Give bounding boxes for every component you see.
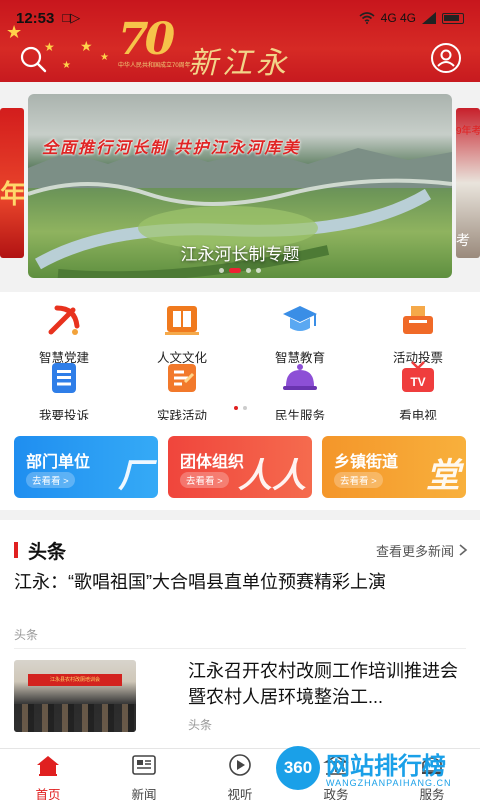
news-item-title[interactable]: 江永：“歌唱祖国”大合唱县直单位预赛精彩上演 xyxy=(14,568,386,594)
status-notification-icons: □▷ xyxy=(62,10,81,25)
news-item-title[interactable]: 江永召开农村改厕工作培训推进会暨农村人居环境整治工... xyxy=(188,658,470,710)
banner-next-peek[interactable]: 9年考 考 xyxy=(456,108,480,258)
service-bell-icon xyxy=(283,364,317,390)
status-right-icons: 4G 4G xyxy=(359,11,464,25)
newspaper-icon xyxy=(132,755,156,775)
section-header: 头条 查看更多新闻 xyxy=(14,538,468,563)
graduation-cap-icon xyxy=(283,306,317,331)
site-watermark: 360 网站排行榜 WANGZHANPAIHANG.CN xyxy=(272,744,480,800)
grid-page-indicator xyxy=(0,406,480,410)
tab-label: 首页 xyxy=(35,788,61,800)
app-screen: ★ ★ ★ ★ ★ 12:53 □▷ 4G 4G 70 中华人民共和国成立70周… xyxy=(0,0,480,800)
grid-page-dot-active xyxy=(233,406,238,410)
party-emblem-icon xyxy=(48,305,80,335)
play-icon xyxy=(229,754,251,776)
banner-carousel[interactable]: 年 全面推行河长制 共护江永河库美 江永河长制专题 9年考 考 xyxy=(0,82,480,292)
anniversary-number: 70 xyxy=(118,14,175,65)
banner-prev-text: 年 xyxy=(0,179,24,209)
banner-slide[interactable]: 全面推行河长制 共护江永河库美 江永河长制专题 xyxy=(28,94,452,278)
card-subtitle: 去看看 > xyxy=(26,472,75,488)
status-bar: 12:53 □▷ 4G 4G xyxy=(16,8,464,28)
card-glyph: 堂 xyxy=(426,457,460,495)
watermark-url: WANGZHANPAIHANG.CN xyxy=(326,778,452,788)
complaint-icon xyxy=(52,363,76,393)
grid-item-public-service[interactable]: 民生服务 xyxy=(250,360,350,424)
search-icon[interactable] xyxy=(18,44,48,74)
more-news-link[interactable]: 查看更多新闻 xyxy=(376,541,468,560)
tab-label: 新闻 xyxy=(131,788,157,800)
banner-caption: 江永河长制专题 xyxy=(180,245,300,264)
app-header: ★ ★ ★ ★ ★ 12:53 □▷ 4G 4G 70 中华人民共和国成立70周… xyxy=(0,0,480,82)
news-item-thumbnail[interactable]: 江永县农村改厕培训会 xyxy=(14,660,136,732)
ballot-box-icon xyxy=(403,306,433,334)
star-decoration: ★ xyxy=(62,60,71,71)
banner-prev-peek[interactable]: 年 xyxy=(0,108,24,258)
watermark-badge: 360 xyxy=(276,746,320,790)
network-indicator: 4G 4G xyxy=(380,11,416,25)
section-accent-bar xyxy=(14,542,18,558)
carousel-dot-active xyxy=(229,268,241,273)
anniversary-caption: 中华人民共和国成立70周年 xyxy=(118,63,191,69)
carousel-dot xyxy=(246,268,251,273)
book-icon xyxy=(165,306,199,335)
banner-next-text-bottom: 考 xyxy=(456,232,470,248)
category-cards: 部门单位 去看看 > 厂 团体组织 去看看 > 人人 乡镇街道 去看看 > 堂 xyxy=(0,420,480,510)
card-subtitle: 去看看 > xyxy=(334,472,383,488)
tab-home[interactable]: 首页 xyxy=(0,753,96,800)
practice-icon xyxy=(168,364,196,392)
grid-item-watch-tv[interactable]: TV 看电视 xyxy=(368,360,468,424)
card-subtitle: 去看看 > xyxy=(180,472,229,488)
banner-next-text-top: 9年考 xyxy=(456,126,480,137)
function-grid: 智慧党建 人文文化 智慧教育 活动投票 我要投诉 实践活动 民生服务 TV 看电… xyxy=(0,292,480,423)
star-decoration: ★ xyxy=(100,52,109,63)
carousel-dot xyxy=(219,268,224,273)
thumbnail-audience xyxy=(14,704,136,732)
department-card[interactable]: 部门单位 去看看 > 厂 xyxy=(14,436,158,498)
grid-item-culture[interactable]: 人文文化 xyxy=(132,302,232,366)
card-title: 乡镇街道 xyxy=(334,454,399,471)
thumbnail-banner-text: 江永县农村改厕培训会 xyxy=(49,677,100,683)
user-profile-icon[interactable] xyxy=(430,42,462,74)
anniversary-logo: 70 中华人民共和国成立70周年 xyxy=(118,14,191,72)
watermark-title: 网站排行榜 xyxy=(326,753,446,780)
banner-slogan: 全面推行河长制 共护江永河库美 xyxy=(42,140,301,157)
carousel-dot xyxy=(256,268,261,273)
grid-item-complaint[interactable]: 我要投诉 xyxy=(14,360,114,424)
township-card[interactable]: 乡镇街道 去看看 > 堂 xyxy=(322,436,466,498)
tab-news[interactable]: 新闻 xyxy=(96,753,192,800)
svg-text:TV: TV xyxy=(410,375,425,389)
headline-news-section: 头条 查看更多新闻 江永：“歌唱祖国”大合唱县直单位预赛精彩上演 头条 江永县农… xyxy=(0,520,480,748)
card-glyph: 厂 xyxy=(118,457,152,495)
carousel-indicator xyxy=(28,268,452,273)
card-title: 团体组织 xyxy=(180,454,245,471)
battery-icon xyxy=(442,12,464,24)
wifi-icon xyxy=(359,12,375,24)
news-item-tag: 头条 xyxy=(188,718,213,732)
news-item-tag: 头条 xyxy=(14,628,39,642)
app-brand-title: 新江永 xyxy=(188,46,290,81)
divider xyxy=(14,648,466,649)
grid-item-voting[interactable]: 活动投票 xyxy=(368,302,468,366)
card-glyph: 人人 xyxy=(238,457,306,495)
organization-card[interactable]: 团体组织 去看看 > 人人 xyxy=(168,436,312,498)
status-time: 12:53 xyxy=(16,9,55,27)
section-title: 头条 xyxy=(28,541,67,563)
star-decoration: ★ xyxy=(80,38,93,54)
grid-page-dot xyxy=(242,406,247,410)
grid-item-education[interactable]: 智慧教育 xyxy=(250,302,350,366)
tv-icon: TV xyxy=(402,361,434,392)
more-news-label: 查看更多新闻 xyxy=(375,543,454,559)
chevron-right-icon xyxy=(459,544,468,556)
grid-item-practice[interactable]: 实践活动 xyxy=(132,360,232,424)
home-icon xyxy=(37,756,59,776)
signal-icon xyxy=(422,12,436,24)
card-title: 部门单位 xyxy=(26,454,91,471)
thumbnail-banner: 江永县农村改厕培训会 xyxy=(28,674,122,686)
grid-item-party-building[interactable]: 智慧党建 xyxy=(14,302,114,366)
